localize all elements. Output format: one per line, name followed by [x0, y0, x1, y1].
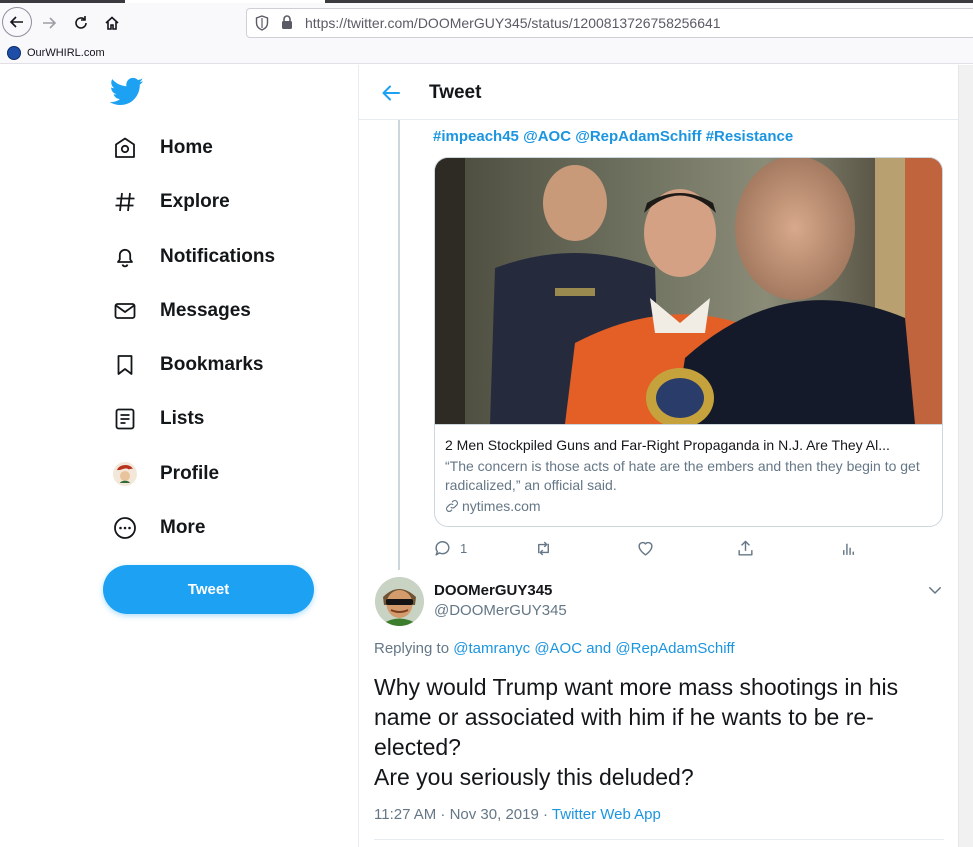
mention-link[interactable]: @RepAdamSchiff — [575, 128, 701, 145]
timestamp[interactable]: 11:27 AM · Nov 30, 2019 — [374, 806, 539, 823]
home-icon — [110, 133, 140, 163]
forward-button[interactable] — [34, 8, 64, 38]
analytics-button[interactable] — [839, 539, 858, 558]
tweet-button[interactable]: Tweet — [103, 565, 314, 614]
url-bar[interactable]: https://twitter.com/DOOMerGUY345/status/… — [246, 8, 973, 38]
thread-connector — [398, 120, 400, 570]
display-name[interactable]: DOOMerGUY345 — [434, 582, 552, 599]
sidebar-item-bookmarks[interactable]: Bookmarks — [110, 345, 264, 385]
main-column: Tweet #impeach45 @AOC @RepAdamSchiff #Re… — [358, 65, 973, 847]
divider — [374, 839, 944, 840]
sidebar: Home Explore Notifications Messages Book… — [0, 65, 358, 847]
sidebar-item-label: Notifications — [160, 246, 276, 267]
scrollbar[interactable] — [958, 65, 973, 847]
sidebar-item-more[interactable]: More — [110, 508, 205, 548]
list-icon — [110, 404, 140, 434]
card-title: 2 Men Stockpiled Guns and Far-Right Prop… — [445, 437, 890, 453]
share-button[interactable] — [736, 539, 755, 558]
reply-count: 1 — [460, 541, 468, 556]
lock-icon[interactable] — [281, 15, 293, 30]
mention-link[interactable]: @AOC — [534, 640, 582, 657]
mention-link[interactable]: @RepAdamSchiff — [615, 640, 734, 657]
tweet-text: Why would Trump want more mass shootings… — [374, 672, 934, 792]
sidebar-item-lists[interactable]: Lists — [110, 399, 204, 439]
reload-button[interactable] — [66, 8, 96, 38]
tweet-hashtags: #impeach45 @AOC @RepAdamSchiff #Resistan… — [433, 128, 793, 145]
source-app-link[interactable]: Twitter Web App — [552, 806, 661, 823]
home-button[interactable] — [97, 8, 127, 38]
bell-icon — [110, 242, 140, 272]
tweet-meta: 11:27 AM · Nov 30, 2019 · Twitter Web Ap… — [374, 806, 661, 823]
retweet-button[interactable] — [534, 539, 553, 558]
reload-icon — [75, 16, 87, 29]
tweet-actions: 1 — [433, 539, 893, 559]
comment-icon — [435, 541, 450, 556]
bookmark-icon — [110, 350, 140, 380]
sidebar-item-label: Home — [160, 137, 213, 158]
bookmarks-bar: OurWHIRL.com — [0, 44, 973, 64]
card-description: “The concern is those acts of hate are t… — [445, 458, 920, 493]
browser-toolbar: https://twitter.com/DOOMerGUY345/status/… — [0, 0, 973, 44]
twitter-bird-icon[interactable] — [110, 77, 144, 107]
url-text[interactable]: https://twitter.com/DOOMerGUY345/status/… — [305, 15, 721, 31]
avatar-icon — [110, 459, 140, 489]
link-icon — [445, 499, 459, 513]
replying-and: and — [586, 640, 612, 657]
reply-button[interactable]: 1 — [433, 539, 467, 558]
arrow-right-icon — [43, 17, 57, 29]
chevron-down-icon[interactable] — [926, 581, 944, 599]
sidebar-item-notifications[interactable]: Notifications — [110, 237, 275, 277]
card-body: 2 Men Stockpiled Guns and Far-Right Prop… — [435, 424, 942, 526]
back-arrow-icon[interactable] — [379, 81, 403, 105]
sidebar-item-explore[interactable]: Explore — [110, 182, 230, 222]
sidebar-item-label: Messages — [160, 300, 251, 321]
mention-link[interactable]: @AOC — [523, 128, 571, 145]
card-image — [435, 158, 942, 424]
more-icon — [110, 513, 140, 543]
shield-icon[interactable] — [255, 15, 269, 31]
sidebar-item-label: Explore — [160, 191, 230, 212]
sidebar-item-label: Bookmarks — [160, 354, 264, 375]
card-domain-text: nytimes.com — [462, 498, 541, 514]
arrow-left-icon — [9, 16, 23, 28]
hashtag-link[interactable]: #impeach45 — [433, 128, 519, 145]
sidebar-item-profile[interactable]: Profile — [110, 454, 219, 494]
back-button[interactable] — [2, 7, 32, 37]
hashtag-link[interactable]: #Resistance — [706, 128, 794, 145]
tab-strip — [0, 0, 973, 3]
analytics-icon — [843, 543, 854, 555]
link-preview-card[interactable]: 2 Men Stockpiled Guns and Far-Right Prop… — [434, 157, 943, 527]
tweet-text-line: Why would Trump want more mass shootings… — [374, 674, 899, 760]
card-domain: nytimes.com — [445, 498, 541, 514]
site-favicon-icon — [7, 46, 21, 60]
share-icon — [738, 540, 753, 556]
sidebar-item-label: More — [160, 517, 206, 538]
sidebar-item-messages[interactable]: Messages — [110, 291, 251, 331]
bookmark-label: OurWHIRL.com — [27, 47, 105, 59]
house-icon — [105, 16, 119, 30]
sidebar-item-label: Lists — [160, 408, 205, 429]
mention-link[interactable]: @tamranyc — [453, 640, 530, 657]
page-header: Tweet — [359, 65, 973, 120]
avatar[interactable] — [375, 577, 424, 626]
sidebar-item-label: Profile — [160, 463, 220, 484]
page-title: Tweet — [429, 82, 482, 103]
heart-icon — [638, 541, 653, 556]
envelope-icon — [110, 296, 140, 326]
meta-separator: · — [543, 806, 548, 823]
hashtag-icon — [110, 187, 140, 217]
sidebar-item-home[interactable]: Home — [110, 128, 213, 168]
replying-to: Replying to @tamranyc @AOC and @RepAdamS… — [374, 640, 735, 657]
bookmark-ourwhirl[interactable]: OurWHIRL.com — [7, 46, 105, 60]
user-handle[interactable]: @DOOMerGUY345 — [434, 602, 567, 619]
replying-prefix: Replying to — [374, 640, 450, 657]
tweet-text-line: Are you seriously this deluded? — [374, 764, 694, 790]
like-button[interactable] — [636, 539, 655, 558]
retweet-icon — [538, 541, 549, 556]
